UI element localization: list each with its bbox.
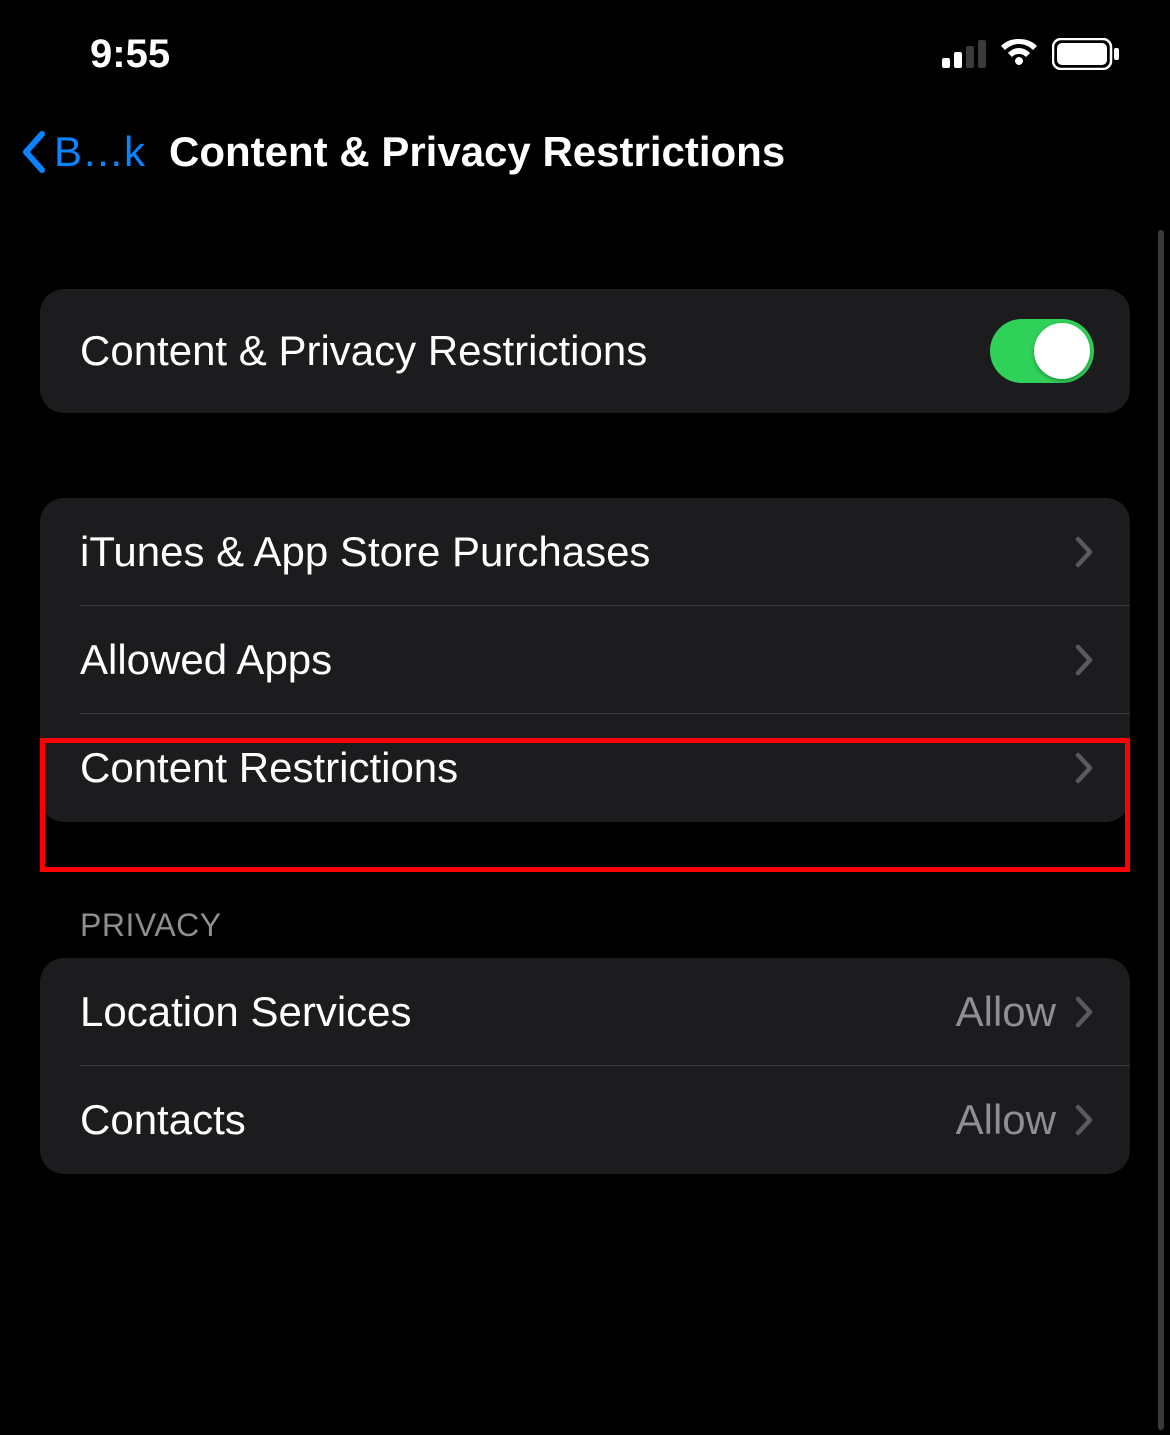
status-icons <box>942 38 1120 70</box>
status-bar: 9:55 <box>0 0 1170 100</box>
back-button[interactable]: B…k <box>20 128 145 176</box>
chevron-left-icon <box>20 130 46 174</box>
privacy-section-header: PRIVACY <box>40 907 1130 958</box>
chevron-right-icon <box>1074 1103 1094 1137</box>
cell-label: Content Restrictions <box>80 744 458 792</box>
chevron-right-icon <box>1074 535 1094 569</box>
content-group: iTunes & App Store Purchases Allowed App… <box>40 498 1130 822</box>
nav-header: B…k Content & Privacy Restrictions <box>0 100 1170 204</box>
contacts-row[interactable]: Contacts Allow <box>40 1066 1130 1174</box>
cell-label: Allowed Apps <box>80 636 332 684</box>
chevron-right-icon <box>1074 995 1094 1029</box>
battery-icon <box>1052 38 1120 70</box>
cell-label: iTunes & App Store Purchases <box>80 528 650 576</box>
location-services-row[interactable]: Location Services Allow <box>40 958 1130 1066</box>
privacy-group: Location Services Allow Contacts Allow <box>40 958 1130 1174</box>
itunes-app-store-row[interactable]: iTunes & App Store Purchases <box>40 498 1130 606</box>
allowed-apps-row[interactable]: Allowed Apps <box>40 606 1130 714</box>
cell-value: Allow <box>956 988 1056 1036</box>
scroll-indicator[interactable] <box>1158 230 1164 1430</box>
back-label: B…k <box>54 128 145 176</box>
chevron-right-icon <box>1074 643 1094 677</box>
cell-label: Location Services <box>80 988 412 1036</box>
content-privacy-toggle-row: Content & Privacy Restrictions <box>40 289 1130 413</box>
content-privacy-toggle[interactable] <box>990 319 1094 383</box>
toggle-group: Content & Privacy Restrictions <box>40 289 1130 413</box>
toggle-knob <box>1034 323 1090 379</box>
content-restrictions-row[interactable]: Content Restrictions <box>40 714 1130 822</box>
cell-label: Contacts <box>80 1096 246 1144</box>
nav-title: Content & Privacy Restrictions <box>169 128 785 176</box>
cell-value: Allow <box>956 1096 1056 1144</box>
chevron-right-icon <box>1074 751 1094 785</box>
status-time: 9:55 <box>90 32 170 77</box>
cellular-icon <box>942 40 986 68</box>
wifi-icon <box>998 39 1040 69</box>
toggle-label: Content & Privacy Restrictions <box>80 327 647 375</box>
